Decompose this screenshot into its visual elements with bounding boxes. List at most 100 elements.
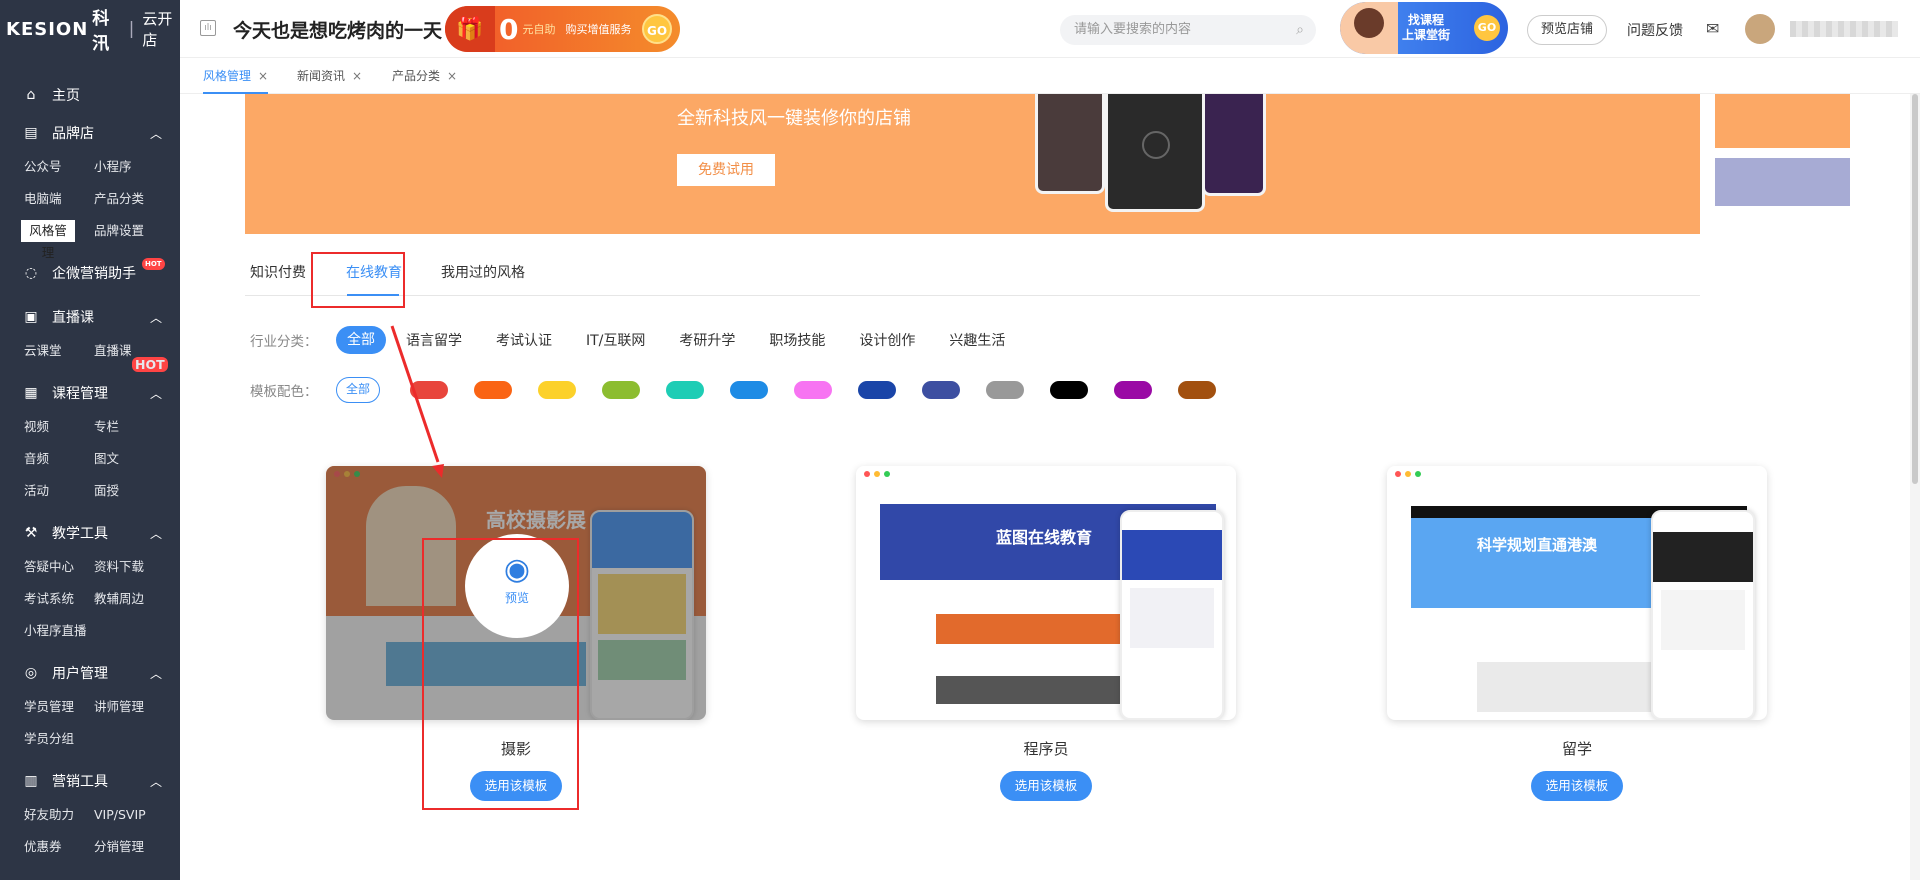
template-preview[interactable]: 科学规划直通港澳	[1387, 466, 1767, 720]
sidebar-item-face-to-face[interactable]: 面授	[94, 480, 164, 502]
tab-knowledge-pay[interactable]: 知识付费	[250, 262, 306, 282]
template-preview[interactable]: 蓝图在线教育	[856, 466, 1236, 720]
top-header: ılı 今天也是想吃烤肉的一天 🎁 0 元自助 购买增值服务 GO 请输入要搜索…	[180, 0, 1920, 58]
industry-career[interactable]: 职场技能	[769, 330, 825, 350]
use-template-button[interactable]: 选用该模板	[1000, 771, 1092, 801]
chart-icon[interactable]: ılı	[200, 20, 216, 36]
sidebar-item-audio[interactable]: 音频	[24, 448, 94, 470]
template-card-programmer[interactable]: 蓝图在线教育 程序员 选用该模板	[856, 466, 1236, 801]
sidebar-item-coupons[interactable]: 优惠券	[24, 836, 94, 858]
sidebar-item-teachers[interactable]: 讲师管理	[94, 696, 164, 718]
industry-design[interactable]: 设计创作	[859, 330, 915, 350]
sidebar-group-marketing[interactable]: ▥ 营销工具 ︿	[0, 766, 180, 796]
sidebar-item-friend-assist[interactable]: 好友助力	[24, 804, 94, 826]
sidebar-item-article[interactable]: 图文	[94, 448, 164, 470]
promo-hero-banner: 全新科技风一键装修你的店铺 免费试用	[245, 94, 1700, 234]
preview-store-button[interactable]: 预览店铺	[1527, 15, 1607, 45]
promo-zero: 0	[499, 12, 519, 46]
search-icon[interactable]: ⌕	[1296, 15, 1304, 45]
color-swatch-13[interactable]	[1178, 381, 1216, 399]
color-swatch-4[interactable]	[602, 381, 640, 399]
scrollbar-thumb[interactable]	[1912, 94, 1918, 484]
sidebar-item-qa-center[interactable]: 答疑中心	[24, 556, 94, 578]
promo-banner[interactable]: 🎁 0 元自助 购买增值服务 GO	[445, 6, 680, 52]
sidebar-item-column[interactable]: 专栏	[94, 416, 164, 438]
color-swatch-10[interactable]	[986, 381, 1024, 399]
sidebar-item-product-category[interactable]: 产品分类	[94, 188, 164, 210]
close-icon[interactable]: ×	[258, 69, 268, 83]
template-name: 程序员	[1023, 740, 1069, 758]
sidebar-item-style-management[interactable]: 风格管理	[21, 220, 75, 260]
mail-icon[interactable]: ✉	[1706, 19, 1719, 38]
sidebar-item-mini-live[interactable]: 小程序直播	[24, 620, 94, 642]
industry-postgrad[interactable]: 考研升学	[679, 330, 735, 350]
free-trial-button[interactable]: 免费试用	[677, 154, 775, 186]
tools-submenu: 答疑中心 资料下载 考试系统 教辅周边 小程序直播	[0, 556, 180, 642]
sidebar-item-vip[interactable]: VIP/SVIP	[94, 804, 164, 826]
sidebar-item-teaching-aids[interactable]: 教辅周边	[94, 588, 164, 610]
sidebar-group-live[interactable]: ▣ 直播课 ︿	[0, 302, 180, 332]
vertical-scrollbar[interactable]	[1910, 94, 1920, 880]
industry-it[interactable]: IT/互联网	[586, 330, 645, 350]
banner-thumb-purple[interactable]	[1715, 158, 1850, 206]
template-card-study-abroad[interactable]: 科学规划直通港澳 留学 选用该模板	[1387, 466, 1767, 801]
color-swatch-9[interactable]	[922, 381, 960, 399]
sidebar-item-student-groups[interactable]: 学员分组	[24, 728, 94, 750]
sidebar-item-cloud-classroom[interactable]: 云课堂	[24, 340, 94, 362]
sidebar-item-live-course[interactable]: 直播课HOT	[94, 340, 168, 372]
sidebar-item-wecom[interactable]: ◌ 企微营销助手 HOT	[0, 258, 180, 288]
industry-language[interactable]: 语言留学	[406, 330, 462, 350]
sidebar-item-students[interactable]: 学员管理	[24, 696, 94, 718]
tab-product-category[interactable]: 产品分类 ×	[392, 58, 457, 94]
template-title-art: 蓝图在线教育	[996, 528, 1093, 547]
color-swatch-12[interactable]	[1114, 381, 1152, 399]
course-street-ad[interactable]: 找课程 上课堂街 GO	[1340, 2, 1508, 54]
sidebar-item-mini-program[interactable]: 小程序	[94, 156, 164, 178]
sidebar-group-label: 直播课	[52, 310, 94, 326]
sidebar-group-tools[interactable]: ⚒ 教学工具 ︿	[0, 518, 180, 548]
use-template-button[interactable]: 选用该模板	[1531, 771, 1623, 801]
promo-go-button[interactable]: GO	[642, 14, 672, 44]
tab-style-management[interactable]: 风格管理 ×	[203, 58, 269, 94]
sidebar-group-brand-store[interactable]: ▤ 品牌店 ︿	[0, 118, 180, 148]
sidebar-group-course[interactable]: ▦ 课程管理 ︿	[0, 378, 180, 408]
sidebar-item-activity[interactable]: 活动	[24, 480, 94, 502]
chevron-up-icon: ︿	[149, 310, 162, 325]
logo: KESION 科汛 | 云开店	[0, 0, 180, 58]
tab-used-styles[interactable]: 我用过的风格	[441, 262, 525, 282]
sidebar-item-video[interactable]: 视频	[24, 416, 94, 438]
color-swatch-5[interactable]	[666, 381, 704, 399]
sidebar-item-official-account[interactable]: 公众号	[24, 156, 94, 178]
color-swatch-7[interactable]	[794, 381, 832, 399]
sidebar-item-pc[interactable]: 电脑端	[24, 188, 94, 210]
color-swatch-11[interactable]	[1050, 381, 1088, 399]
username-blurred[interactable]	[1790, 21, 1898, 37]
color-all[interactable]: 全部	[336, 377, 380, 403]
industry-all[interactable]: 全部	[336, 326, 386, 354]
feedback-link[interactable]: 问题反馈	[1627, 20, 1683, 40]
gift-icon: 🎁	[445, 6, 495, 52]
tab-news[interactable]: 新闻资讯 ×	[297, 58, 362, 94]
sidebar-item-brand-settings[interactable]: 品牌设置	[94, 220, 164, 242]
color-swatch-6[interactable]	[730, 381, 768, 399]
color-swatch-8[interactable]	[858, 381, 896, 399]
color-swatch-1[interactable]	[410, 381, 448, 399]
sidebar-item-distribution[interactable]: 分销管理	[94, 836, 164, 858]
sidebar-item-downloads[interactable]: 资料下载	[94, 556, 164, 578]
avatar[interactable]	[1745, 14, 1775, 44]
close-icon[interactable]: ×	[352, 69, 362, 83]
brand-name: KESION	[6, 18, 89, 40]
color-swatch-2[interactable]	[474, 381, 512, 399]
sidebar-item-home[interactable]: ⌂ 主页	[0, 80, 180, 110]
industry-hobby[interactable]: 兴趣生活	[949, 330, 1005, 350]
window-dots	[864, 471, 890, 477]
sidebar-item-label: 企微营销助手	[52, 266, 136, 282]
sidebar-item-exam-system[interactable]: 考试系统	[24, 588, 94, 610]
close-icon[interactable]: ×	[447, 69, 457, 83]
sidebar-group-users[interactable]: ◎ 用户管理 ︿	[0, 658, 180, 688]
industry-exam[interactable]: 考试认证	[496, 330, 552, 350]
search-input[interactable]: 请输入要搜索的内容 ⌕	[1060, 15, 1316, 45]
banner-thumb-orange[interactable]	[1715, 94, 1850, 148]
color-swatch-3[interactable]	[538, 381, 576, 399]
ad-go-button[interactable]: GO	[1474, 15, 1500, 41]
